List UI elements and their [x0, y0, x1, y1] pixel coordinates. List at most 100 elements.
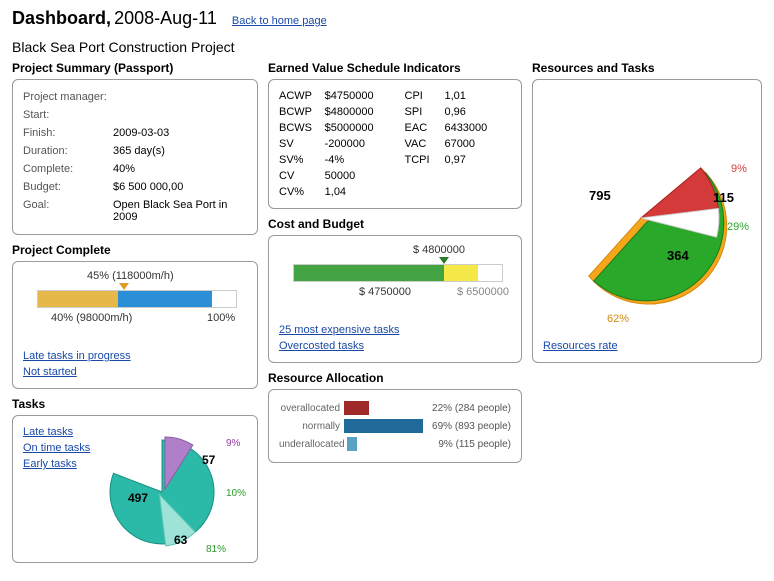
pie-pct: 9%: [731, 163, 747, 175]
ra-row: normally69% (893 people): [279, 418, 511, 434]
summary-key: Goal:: [23, 196, 113, 226]
ev-key: [405, 170, 445, 182]
ev-val: $4800000: [325, 106, 405, 118]
pie-label: 795: [589, 188, 611, 203]
ev-val: -4%: [325, 154, 405, 166]
project-complete-chart: 45% (118000m/h) 40% (98000m/h) 100%: [23, 270, 247, 348]
project-name: Black Sea Port Construction Project: [12, 39, 762, 55]
summary-val: Open Black Sea Port in 2009: [113, 196, 247, 226]
tasks-pie-chart: 497 63 57 81% 10% 9%: [96, 424, 246, 554]
ev-row: ACWP$4750000CPI1,01: [279, 88, 511, 104]
pie-label: 364: [667, 248, 689, 263]
ev-row: CV50000: [279, 168, 511, 184]
ra-bar-area: [344, 418, 426, 434]
ev-key: EAC: [405, 122, 445, 134]
summary-val: $6 500 000,00: [113, 178, 247, 196]
ra-row: overallocated 22% (284 people): [279, 400, 511, 416]
summary-section: Project Summary (Passport) Project manag…: [12, 61, 258, 235]
ev-key: [405, 186, 445, 198]
resources-title: Resources and Tasks: [532, 61, 762, 75]
arrow-down-icon: [119, 283, 129, 290]
ev-row: CV%1,04: [279, 184, 511, 200]
ra-label: normally: [279, 421, 344, 432]
pie-label: 63: [174, 533, 188, 547]
ev-val: 67000: [444, 138, 511, 150]
ev-row: SV%-4%TCPI0,97: [279, 152, 511, 168]
ev-val: 50000: [325, 170, 405, 182]
summary-key: Complete:: [23, 160, 113, 178]
summary-val: 365 day(s): [113, 142, 247, 160]
pie-pct: 9%: [226, 438, 241, 449]
ra-value: 22% (284 people): [426, 403, 511, 414]
ev-val: $4750000: [325, 90, 405, 102]
project-complete-section: Project Complete 45% (118000m/h) 40% (98…: [12, 243, 258, 389]
ra-label: underallocated: [279, 439, 347, 450]
ev-key: CPI: [405, 90, 445, 102]
pie-pct: 10%: [226, 488, 246, 499]
ev-val: 0,97: [444, 154, 511, 166]
summary-val: [113, 88, 247, 106]
ra-bar: [344, 401, 369, 415]
summary-val: [113, 106, 247, 124]
ev-val: 6433000: [444, 122, 511, 134]
ev-key: BCWP: [279, 106, 325, 118]
overcosted-tasks-link[interactable]: Overcosted tasks: [279, 340, 364, 352]
cost-budget-chart: $ 4800000 $ 4750000 $ 6500000: [279, 244, 511, 322]
ev-val: $5000000: [325, 122, 405, 134]
ontime-tasks-link[interactable]: On time tasks: [23, 442, 90, 454]
ra-bar-area: [344, 400, 426, 416]
cb-bar-remaining: [444, 265, 478, 281]
ev-row: SV-200000VAC67000: [279, 136, 511, 152]
pc-bar-actual: [38, 291, 118, 307]
cost-budget-title: Cost and Budget: [268, 217, 522, 231]
pc-bottom-left: 40% (98000m/h): [51, 312, 132, 324]
page-header: Dashboard, 2008-Aug-11 Back to home page: [12, 8, 762, 29]
ev-key: SV%: [279, 154, 325, 166]
ev-row: BCWP$4800000SPI0,96: [279, 104, 511, 120]
pc-bottom-right: 100%: [207, 312, 235, 324]
ev-key: CV%: [279, 186, 325, 198]
ev-val: 0,96: [444, 106, 511, 118]
not-started-link[interactable]: Not started: [23, 366, 77, 378]
ra-row: underallocated 9% (115 people): [279, 436, 511, 452]
pie-pct: 81%: [206, 544, 226, 554]
tasks-section: Tasks Late tasks On time tasks Early tas…: [12, 397, 258, 563]
ev-val: 1,01: [444, 90, 511, 102]
arrow-down-icon: [439, 257, 449, 264]
resources-rate-link[interactable]: Resources rate: [543, 340, 618, 352]
back-home-link[interactable]: Back to home page: [232, 15, 327, 27]
summary-val: 40%: [113, 160, 247, 178]
resources-pie-chart: 795 364 115 62% 29% 9%: [543, 88, 751, 338]
summary-key: Finish:: [23, 124, 113, 142]
pie-pct: 29%: [727, 221, 749, 233]
ev-key: CV: [279, 170, 325, 182]
ra-bar: [347, 437, 357, 451]
pie-label: 57: [202, 453, 216, 467]
cb-bottom-left: $ 4750000: [359, 286, 411, 298]
summary-table: Project manager: Start: Finish:2009-03-0…: [23, 88, 247, 226]
ra-label: overallocated: [279, 403, 344, 414]
page-title-date: 2008-Aug-11: [114, 8, 217, 28]
ev-key: BCWS: [279, 122, 325, 134]
summary-key: Duration:: [23, 142, 113, 160]
pie-label: 115: [713, 190, 734, 205]
ev-key: SV: [279, 138, 325, 150]
resources-tasks-section: Resources and Tasks 795 364: [532, 61, 762, 363]
cb-bar-spent: [294, 265, 444, 281]
late-tasks-link[interactable]: Late tasks: [23, 426, 90, 438]
cost-budget-section: Cost and Budget $ 4800000 $ 4750000 $ 65…: [268, 217, 522, 363]
ev-val: 1,04: [325, 186, 405, 198]
early-tasks-link[interactable]: Early tasks: [23, 458, 90, 470]
summary-val: 2009-03-03: [113, 124, 247, 142]
ev-key: TCPI: [405, 154, 445, 166]
ev-val: [444, 170, 511, 182]
late-tasks-progress-link[interactable]: Late tasks in progress: [23, 350, 131, 362]
earned-value-section: Earned Value Schedule Indicators ACWP$47…: [268, 61, 522, 209]
pie-pct: 62%: [607, 313, 629, 325]
summary-title: Project Summary (Passport): [12, 61, 258, 75]
ra-value: 9% (115 people): [432, 439, 511, 450]
expensive-tasks-link[interactable]: 25 most expensive tasks: [279, 324, 399, 336]
page-title-bold: Dashboard,: [12, 8, 111, 28]
pie-label: 497: [128, 491, 148, 505]
summary-key: Budget:: [23, 178, 113, 196]
